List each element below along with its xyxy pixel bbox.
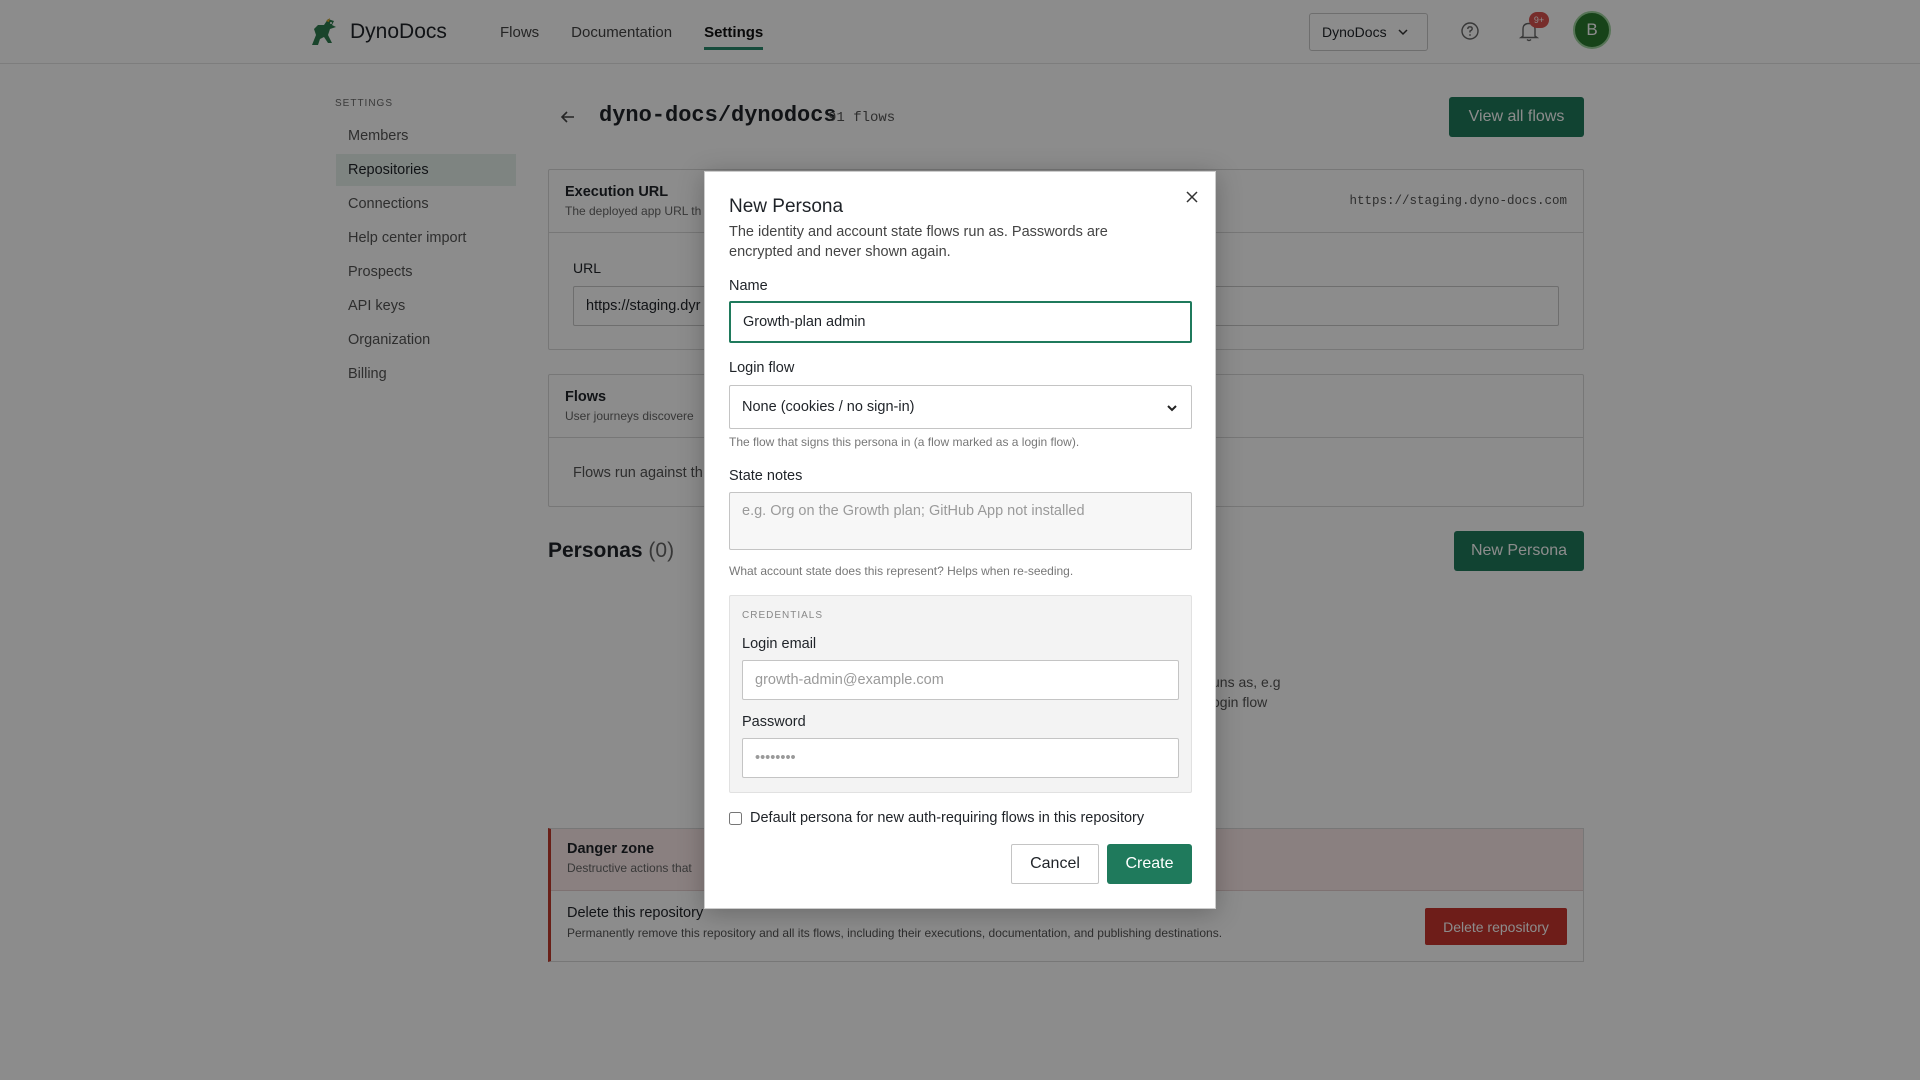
default-persona-checkbox[interactable] (729, 811, 742, 825)
login-flow-select[interactable]: None (cookies / no sign-in) (729, 385, 1192, 429)
credentials-heading: CREDENTIALS (742, 610, 824, 621)
name-label: Name (729, 278, 768, 294)
dialog-description: The identity and account state flows run… (729, 224, 1108, 260)
state-notes-textarea[interactable] (729, 492, 1192, 550)
login-flow-hint: The flow that signs this persona in (a f… (729, 435, 1080, 449)
chevron-down-icon (1167, 405, 1177, 412)
login-flow-label: Login flow (729, 360, 795, 376)
close-icon[interactable] (1185, 190, 1199, 204)
new-persona-dialog: New Persona The identity and account sta… (704, 171, 1216, 909)
state-notes-label: State notes (729, 468, 803, 484)
login-email-input[interactable] (742, 660, 1179, 700)
password-label: Password (742, 714, 806, 730)
cancel-button[interactable]: Cancel (1011, 844, 1099, 884)
login-email-label: Login email (742, 636, 817, 652)
login-flow-selected: None (cookies / no sign-in) (742, 399, 915, 415)
dialog-title: New Persona (729, 196, 844, 217)
default-persona-label: Default persona for new auth-requiring f… (750, 810, 1145, 826)
default-persona-option[interactable]: Default persona for new auth-requiring f… (729, 810, 1144, 826)
create-button[interactable]: Create (1107, 844, 1192, 884)
password-input[interactable] (742, 738, 1179, 778)
credentials-section: CREDENTIALS Login email Password (729, 595, 1192, 793)
name-input[interactable] (729, 301, 1192, 343)
state-notes-hint: What account state does this represent? … (729, 564, 1074, 578)
